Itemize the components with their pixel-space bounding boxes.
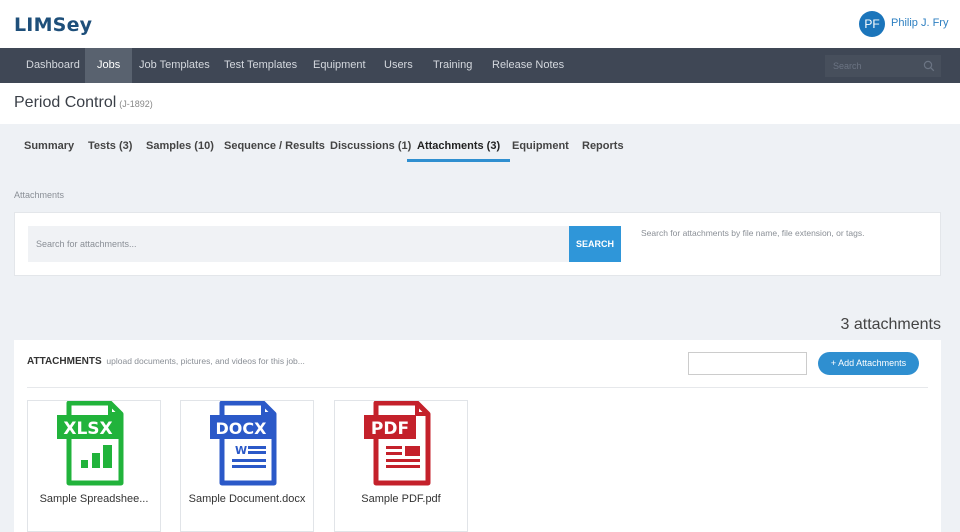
attachments-search-card: SEARCH Search for attachments by file na… — [14, 212, 941, 276]
attachments-card: ATTACHMENTS upload documents, pictures, … — [14, 340, 941, 532]
nav-item-jobs[interactable]: Jobs — [85, 48, 133, 83]
attachments-subtitle: upload documents, pictures, and videos f… — [106, 356, 305, 366]
svg-text:W: W — [235, 444, 247, 457]
tab-reports[interactable]: Reports — [572, 132, 634, 162]
attachment-name[interactable]: Sample PDF.pdf — [335, 493, 467, 505]
tab-equipment[interactable]: Equipment — [502, 132, 579, 162]
nav-item-equipment[interactable]: Equipment — [301, 48, 378, 83]
nav-item-training[interactable]: Training — [421, 48, 484, 83]
page-title: Period Control (J-1892) — [14, 94, 153, 112]
attachment-filter-input[interactable] — [688, 352, 807, 375]
document-file-icon: DOCX W — [210, 401, 277, 486]
top-bar: LIMSey PF Philip J. Fry — [0, 0, 960, 48]
tab-tests[interactable]: Tests (3) — [78, 132, 142, 162]
nav-item-job-templates[interactable]: Job Templates — [127, 48, 222, 83]
page-header: Period Control (J-1892) — [0, 83, 960, 124]
nav-search-input[interactable] — [825, 55, 921, 77]
user-avatar[interactable]: PF — [859, 11, 885, 37]
search-button[interactable]: SEARCH — [569, 226, 621, 262]
nav-item-dashboard[interactable]: Dashboard — [14, 48, 92, 83]
file-type-label: PDF — [371, 419, 409, 439]
attachments-title: ATTACHMENTS — [27, 356, 102, 367]
main-nav: Dashboard Jobs Job Templates Test Templa… — [0, 48, 960, 83]
file-type-label: XLSX — [63, 419, 112, 439]
nav-search-box — [825, 55, 941, 77]
attachment-count: 3 attachments — [840, 316, 942, 333]
job-tabs: Summary Tests (3) Samples (10) Sequence … — [0, 132, 960, 162]
app-logo[interactable]: LIMSey — [14, 14, 92, 36]
job-title: Period Control — [14, 94, 117, 111]
add-attachments-button[interactable]: + Add Attachments — [818, 352, 919, 375]
tab-attachments[interactable]: Attachments (3) — [407, 132, 511, 162]
pdf-file-icon: PDF — [364, 401, 431, 486]
attachment-tile-docx[interactable]: DOCX W Sample Document.docx — [180, 400, 314, 532]
attachment-name[interactable]: Sample Document.docx — [181, 493, 313, 505]
attachment-name[interactable]: Sample Spreadshee... — [28, 493, 160, 505]
search-icon[interactable] — [923, 60, 935, 72]
search-help-text: Search for attachments by file name, fil… — [641, 228, 865, 238]
divider — [27, 387, 928, 388]
nav-item-users[interactable]: Users — [372, 48, 425, 83]
attachments-heading: ATTACHMENTS upload documents, pictures, … — [27, 356, 305, 367]
nav-item-release-notes[interactable]: Release Notes — [480, 48, 576, 83]
nav-item-test-templates[interactable]: Test Templates — [212, 48, 309, 83]
tab-samples[interactable]: Samples (10) — [136, 132, 224, 162]
section-label: Attachments — [14, 190, 65, 200]
job-code: (J-1892) — [119, 99, 153, 109]
tab-summary[interactable]: Summary — [14, 132, 84, 162]
spreadsheet-file-icon: XLSX — [57, 401, 124, 486]
attachments-search-input[interactable] — [28, 226, 571, 262]
file-type-label: DOCX — [216, 419, 268, 438]
attachment-tile-xlsx[interactable]: XLSX Sample Spreadshee... — [27, 400, 161, 532]
attachment-tile-pdf[interactable]: PDF Sample PDF.pdf — [334, 400, 468, 532]
user-name-link[interactable]: Philip J. Fry — [891, 17, 948, 29]
tab-sequence-results[interactable]: Sequence / Results — [214, 132, 335, 162]
